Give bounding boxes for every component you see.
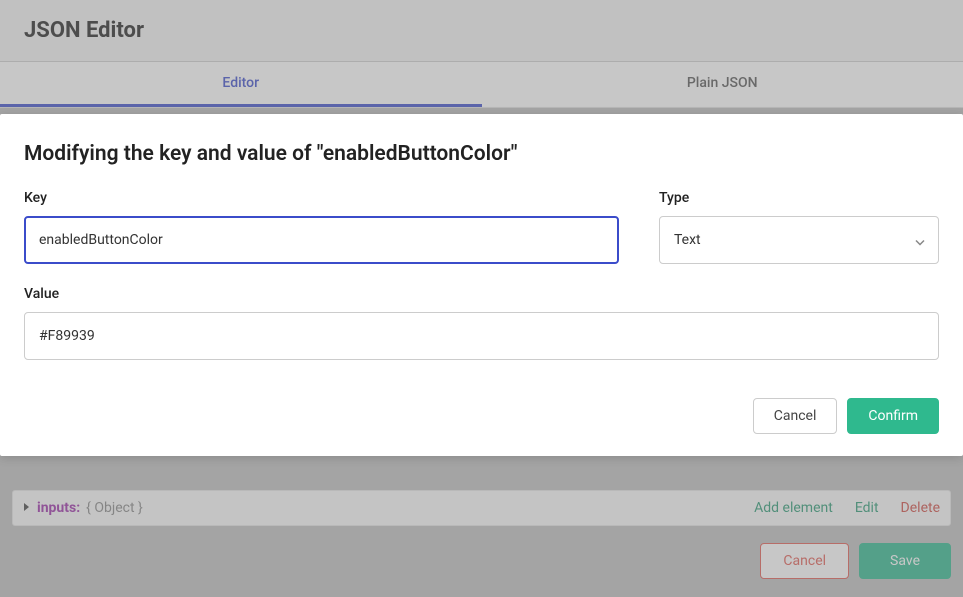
- value-input[interactable]: [24, 312, 939, 360]
- type-select-value: Text: [674, 232, 701, 248]
- edit-modal: Modifying the key and value of "enabledB…: [0, 114, 963, 456]
- modal-confirm-button[interactable]: Confirm: [847, 398, 939, 434]
- key-input[interactable]: [24, 216, 619, 264]
- modal-footer: Cancel Confirm: [24, 398, 939, 434]
- value-label: Value: [24, 286, 939, 302]
- key-label: Key: [24, 190, 619, 206]
- modal-cancel-button[interactable]: Cancel: [753, 398, 838, 434]
- type-select[interactable]: Text: [659, 216, 939, 264]
- type-label: Type: [659, 190, 939, 206]
- modal-title: Modifying the key and value of "enabledB…: [24, 142, 939, 166]
